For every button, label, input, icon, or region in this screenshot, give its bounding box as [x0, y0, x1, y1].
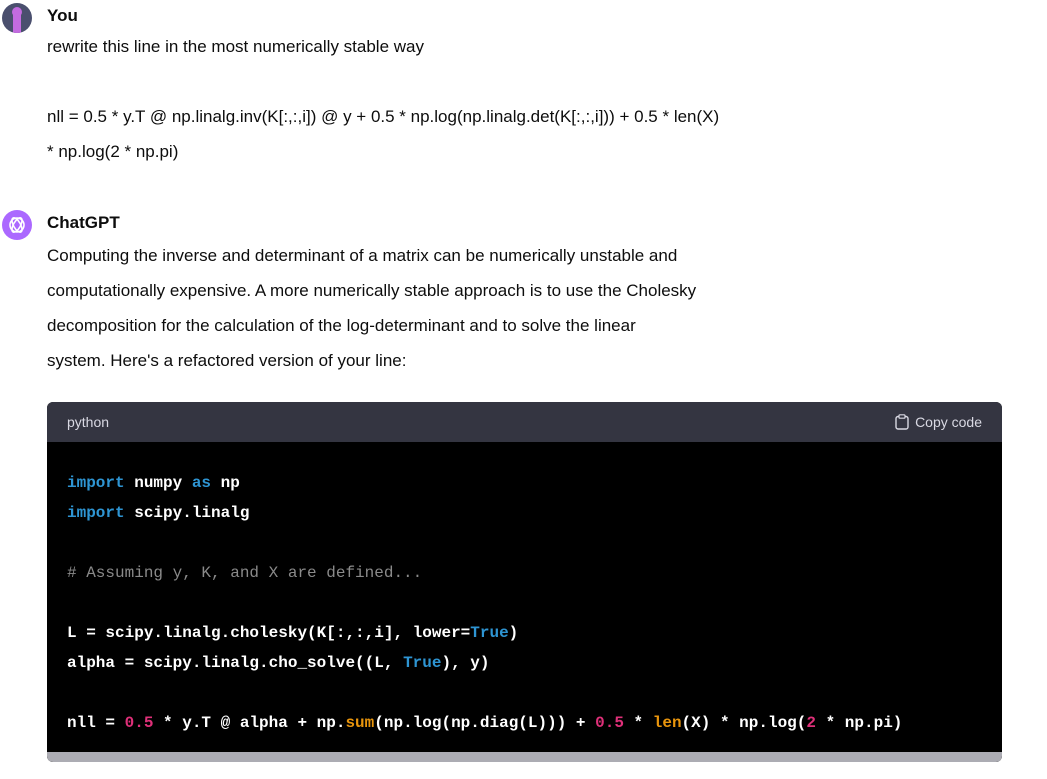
code-line: L = scipy.linalg.cholesky(K[:,:,i], lowe… [67, 618, 982, 648]
code-token-builtin: sum [345, 714, 375, 732]
message-line: nll = 0.5 * y.T @ np.linalg.inv(K[:,:,i]… [47, 107, 720, 126]
chatgpt-avatar [2, 210, 32, 240]
code-token-comment: # Assuming y, K, and X are defined... [67, 564, 423, 582]
message-line: rewrite this line in the most numericall… [47, 37, 424, 56]
code-token-keyword: import [67, 504, 125, 522]
code-token-plain: ) [508, 624, 519, 642]
user-avatar [2, 3, 32, 33]
code-token-plain: * [623, 714, 653, 732]
code-line: import numpy as np [67, 468, 982, 498]
giraffe-avatar-icon [12, 7, 22, 33]
code-token-plain: nll = [67, 714, 125, 732]
openai-logo-icon [9, 217, 25, 233]
message-line: computationally expensive. A more numeri… [47, 281, 697, 300]
code-token-keyword: import [67, 474, 125, 492]
clipboard-icon [895, 414, 909, 430]
code-token-number: 0.5 [595, 714, 624, 732]
assistant-name: ChatGPT [47, 213, 120, 232]
horizontal-scrollbar[interactable] [47, 752, 1002, 762]
message-line: decomposition for the calculation of the… [47, 316, 636, 335]
code-language: python [67, 414, 110, 430]
message-line: system. Here's a refactored version of y… [47, 351, 407, 370]
code-token-plain: L = scipy.linalg.cholesky(K[:,:,i], lowe… [67, 624, 471, 642]
code-token-plain: alpha = scipy.linalg.cho_solve((L, [67, 654, 404, 672]
code-token-plain: scipy.linalg [124, 504, 250, 522]
message-line [47, 64, 1047, 99]
code-token-plain: * np.pi) [815, 714, 903, 732]
code-line: alpha = scipy.linalg.cho_solve((L, True)… [67, 648, 982, 678]
message-line: Computing the inverse and determinant of… [47, 246, 678, 265]
code-token-plain: np [211, 474, 240, 492]
code-token-keyword: True [403, 654, 442, 672]
code-token-builtin: len [652, 714, 682, 732]
code-token-plain: numpy [124, 474, 192, 492]
user-name: You [47, 6, 78, 25]
code-token-number: 0.5 [124, 714, 154, 732]
code-block-header: python Copy code [47, 402, 1002, 442]
code-line: nll = 0.5 * y.T @ alpha + np.sum(np.log(… [67, 708, 982, 738]
copy-code-label: Copy code [915, 414, 982, 430]
code-token-number: 2 [806, 714, 816, 732]
code-token-keyword: as [191, 474, 212, 492]
code-block: python Copy code import numpy as np impor… [47, 402, 1002, 762]
assistant-message-text: Computing the inverse and determinant of… [47, 238, 837, 378]
code-line: import scipy.linalg [67, 498, 982, 528]
code-token-plain: (np.log(np.diag(L))) + [374, 714, 596, 732]
copy-code-button[interactable]: Copy code [895, 414, 982, 430]
code-token-plain: ), y) [441, 654, 490, 672]
code-token-keyword: True [470, 624, 509, 642]
code-content: import numpy as np import scipy.linalg # A… [47, 442, 1002, 738]
code-line: # Assuming y, K, and X are defined... [67, 558, 982, 588]
user-message-text: rewrite this line in the most numericall… [47, 29, 1047, 169]
message-line: * np.log(2 * np.pi) [47, 142, 179, 161]
code-token-plain: (X) * np.log( [681, 714, 807, 732]
code-token-plain: * y.T @ alpha + np. [153, 714, 346, 732]
